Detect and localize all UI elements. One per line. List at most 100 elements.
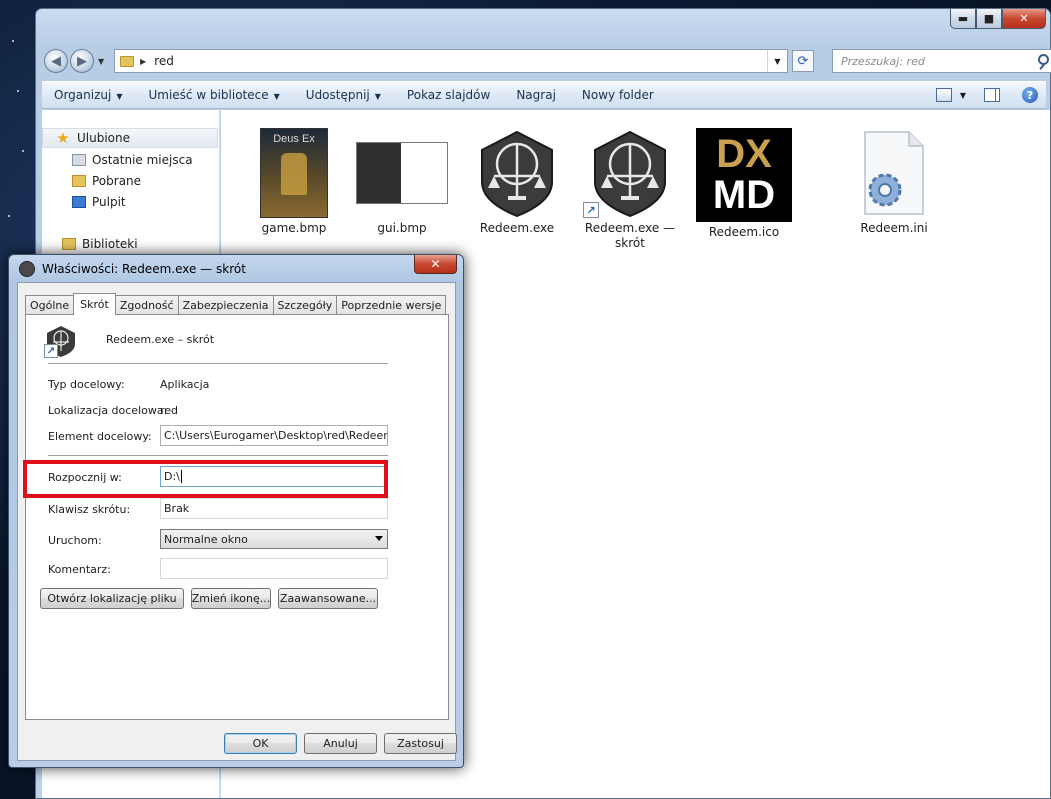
file-name: gui.bmp [377,221,427,235]
search-icon[interactable] [1038,54,1049,65]
sidebar-item-downloads[interactable]: Pobrane [72,171,141,191]
tab-compatibility[interactable]: Zgodność [114,295,179,314]
properties-dialog: Właściwości: Redeem.exe — skrót ✕ Ogólne… [8,254,464,768]
address-bar[interactable]: ▶ red ▼ [114,49,788,73]
chevron-down-icon [375,536,383,541]
view-dropdown-icon[interactable]: ▼ [960,91,966,100]
start-in-highlight-box [23,460,388,498]
refresh-button[interactable]: ⟳ [792,50,814,72]
run-select-value: Normalne okno [164,532,248,546]
ok-button[interactable]: OK [224,733,297,754]
organize-label: Organizuj [54,88,112,102]
comment-field[interactable] [160,558,388,579]
file-name: Redeem.ico [708,225,780,239]
chevron-down-icon: ▼ [116,92,123,101]
advanced-button[interactable]: Zaawansowane... [278,588,378,609]
preview-pane-icon[interactable] [984,88,1000,102]
dialog-body: Ogólne Skrót Zgodność Zabezpieczenia Szc… [17,282,457,761]
sidebar-favorites-label: Ulubione [77,131,131,145]
file-name: Redeem.ini [860,221,928,235]
search-box[interactable] [832,49,1051,73]
navigation-bar: ◀ ▶ ▼ ▶ red ▼ ⟳ [44,47,1051,75]
file-name: Redeem.exe [479,221,555,235]
shortcut-name: Redeem.exe – skrót [106,333,215,346]
change-icon-button[interactable]: Zmień ikonę... [191,588,271,609]
change-view-icon[interactable] [935,88,952,102]
gui-preview [356,142,448,204]
star [12,40,14,42]
chevron-down-icon: ▼ [273,92,280,101]
comment-label: Komentarz: [48,563,111,576]
run-label: Uruchom: [48,534,102,547]
sidebar-item-desktop[interactable]: Pulpit [72,192,126,212]
recent-pages-dropdown[interactable]: ▼ [98,57,104,66]
open-file-location-button[interactable]: Otwórz lokalizację pliku [40,588,184,609]
close-button[interactable]: ✕ [1002,9,1046,29]
desktop-icon [72,196,86,208]
sidebar-libraries-label: Biblioteki [82,237,138,251]
file-item[interactable]: Redeem.exe [462,128,572,236]
shortcut-key-field[interactable]: Brak [160,498,388,519]
burn-button[interactable]: Nagraj [516,88,556,102]
gui-dark-panel [357,143,401,203]
downloads-folder-icon [72,175,86,187]
cancel-button[interactable]: Anuluj [304,733,377,754]
tab-security[interactable]: Zabezpieczenia [177,295,274,314]
target-type-label: Typ docelowy: [48,378,125,391]
md-logo-text: MD [712,173,776,217]
command-bar: Organizuj ▼ Umieść w bibliotece ▼ Udostępn… [42,81,1046,109]
divider [48,455,388,456]
apply-button[interactable]: Zastosuj [384,733,457,754]
back-button[interactable]: ◀ [44,49,68,73]
run-select[interactable]: Normalne okno [160,529,388,549]
scales-emblem-shortcut-icon: ↗ [583,128,675,218]
breadcrumb-separator-icon[interactable]: ▶ [140,57,146,66]
sidebar-item-label: Pulpit [92,195,126,209]
star [8,215,10,217]
slideshow-button[interactable]: Pokaz slajdów [407,88,490,102]
file-item[interactable]: Redeem.ini [839,128,949,236]
tab-shortcut[interactable]: Skrót [73,293,116,315]
organize-menu[interactable]: Organizuj ▼ [54,88,122,102]
sidebar-item-label: Ostatnie miejsca [92,153,193,167]
target-type-value: Aplikacja [160,378,210,391]
forward-arrow-icon: ▶ [77,53,87,69]
minimize-button[interactable]: ▬ [950,9,976,29]
help-icon[interactable]: ? [1022,87,1038,103]
star [22,150,24,152]
file-item[interactable]: DX MD Redeem.ico [689,128,799,240]
maximize-button[interactable]: ■ [976,9,1002,29]
address-dropdown-button[interactable]: ▼ [767,50,787,72]
dialog-close-button[interactable]: ✕ [414,255,457,274]
new-folder-button[interactable]: Nowy folder [582,88,654,102]
settings-file-icon [859,128,929,218]
character-figure [281,153,307,195]
dialog-title: Właściwości: Redeem.exe — skrót [42,262,246,276]
window-controls: ▬ ■ ✕ [950,9,1046,29]
tab-details[interactable]: Szczegóły [272,295,338,314]
target-label: Element docelowy: [48,430,152,443]
file-item[interactable]: ↗ Redeem.exe — skrót [575,128,685,251]
breadcrumb-red[interactable]: red [154,54,174,68]
tab-previous-versions[interactable]: Poprzednie wersje [336,295,447,314]
game-art-thumbnail: Deus Ex [260,128,328,218]
shortcut-key-label: Klawisz skrótu: [48,503,131,516]
search-input[interactable] [839,53,1024,69]
library-label: Umieść w bibliotece [148,88,269,102]
sidebar-item-libraries[interactable]: Biblioteki [62,234,138,254]
shortcut-arrow-icon: ↗ [44,344,58,358]
forward-button[interactable]: ▶ [70,49,94,73]
target-field[interactable]: C:\Users\Eurogamer\Desktop\red\Redeem.ex… [160,425,388,446]
share-menu[interactable]: Udostępnij ▼ [306,88,381,102]
sidebar-item-recent[interactable]: Ostatnie miejsca [72,150,193,170]
file-item[interactable]: gui.bmp [347,128,457,236]
gui-light-panel [401,143,447,203]
dialog-titlebar: Właściwości: Redeem.exe — skrót [19,261,246,277]
dx-md-logo-icon: DX MD [696,128,792,222]
sidebar-item-favorites[interactable]: ★ Ulubione [42,128,218,148]
libraries-icon [62,238,76,250]
file-item[interactable]: Deus Ex game.bmp [239,128,349,236]
include-in-library-menu[interactable]: Umieść w bibliotece ▼ [148,88,279,102]
recent-places-icon [72,154,86,166]
tab-general[interactable]: Ogólne [25,295,75,314]
